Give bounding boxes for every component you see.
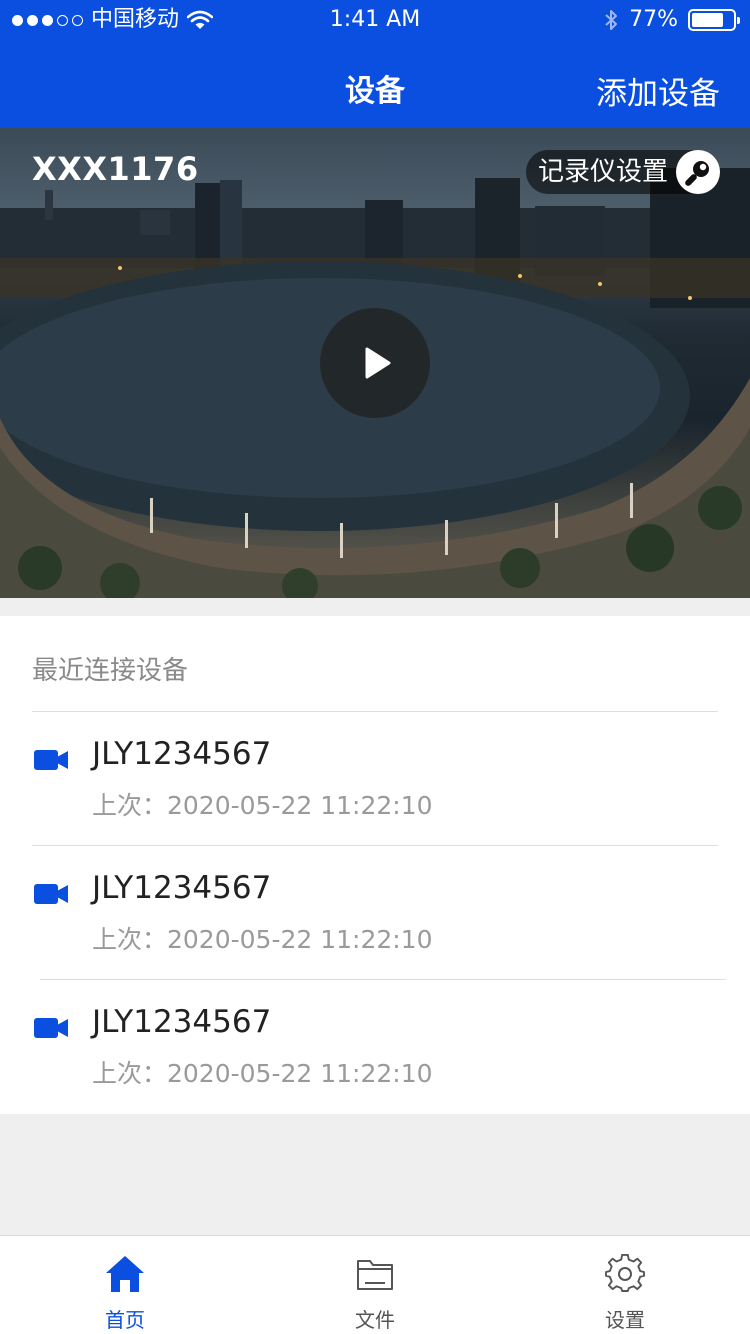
recorder-settings-button[interactable]: 记录仪设置	[525, 150, 720, 194]
tab-home[interactable]: 首页	[0, 1236, 250, 1334]
tab-label: 文件	[355, 1308, 395, 1332]
tab-files[interactable]: 文件	[250, 1236, 500, 1334]
add-device-button[interactable]: 添加设备	[596, 68, 720, 113]
list-item[interactable]: JLY1234567 上次：2020-05-22 11:22:10	[0, 846, 750, 980]
play-icon	[365, 347, 391, 379]
list-item[interactable]: JLY1234567 上次：2020-05-22 11:22:10	[0, 980, 750, 1114]
device-id: JLY1234567	[92, 870, 272, 906]
tab-label: 设置	[605, 1308, 645, 1332]
video-camera-icon	[34, 884, 68, 904]
list-item[interactable]: JLY1234567 上次：2020-05-22 11:22:10	[0, 712, 750, 846]
device-name: XXX1176	[32, 150, 199, 188]
battery-icon	[688, 9, 740, 31]
video-camera-icon	[34, 750, 68, 770]
top-bar: 中国移动 1:41 AM 77% 设备 添加设备	[0, 0, 750, 128]
status-right: 77%	[603, 0, 740, 40]
bluetooth-icon	[605, 10, 618, 30]
recent-devices-section: 最近连接设备 JLY1234567 上次：2020-05-22 11:22:10…	[0, 616, 750, 1114]
recorder-settings-label: 记录仪设置	[537, 157, 668, 187]
tab-label: 首页	[105, 1308, 145, 1332]
tab-settings[interactable]: 设置	[500, 1236, 750, 1334]
folder-icon	[357, 1260, 393, 1290]
play-button[interactable]	[320, 308, 430, 418]
bottom-tab-bar: 首页 文件 设置	[0, 1235, 750, 1334]
device-preview[interactable]: XXX1176 记录仪设置	[0, 128, 750, 598]
section-title: 最近连接设备	[32, 656, 189, 686]
last-connected: 上次：2020-05-22 11:22:10	[92, 1059, 433, 1088]
wrench-icon	[676, 150, 720, 194]
battery-percent: 77%	[629, 7, 678, 32]
device-id: JLY1234567	[92, 1004, 272, 1040]
home-icon	[106, 1256, 144, 1292]
battery-level	[692, 13, 723, 27]
last-connected: 上次：2020-05-22 11:22:10	[92, 925, 433, 954]
device-id: JLY1234567	[92, 736, 272, 772]
last-connected: 上次：2020-05-22 11:22:10	[92, 791, 433, 820]
status-bar: 中国移动 1:41 AM 77%	[0, 0, 750, 40]
gear-icon	[605, 1254, 645, 1292]
video-camera-icon	[34, 1018, 68, 1038]
